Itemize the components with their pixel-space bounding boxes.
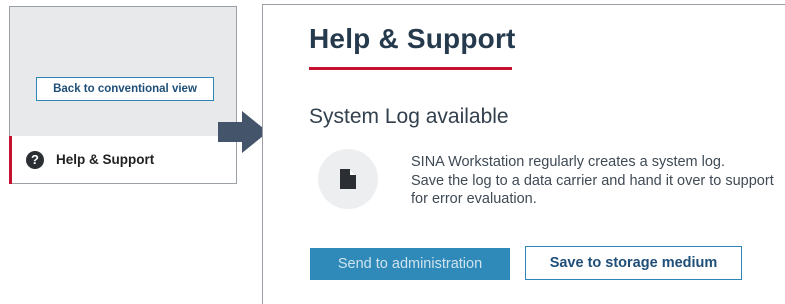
section-title: System Log available	[309, 105, 509, 128]
system-log-description: SINA Workstation regularly creates a sys…	[411, 153, 785, 209]
description-line: SINA Workstation regularly creates a sys…	[411, 154, 726, 170]
send-to-administration-button[interactable]: Send to administration	[310, 248, 510, 280]
description-line: Save the log to a data carrier and hand …	[411, 172, 774, 189]
question-circle-icon: ?	[26, 150, 44, 169]
page-title: Help & Support	[309, 23, 516, 54]
sidebar-item-help-support[interactable]: ? Help & Support	[9, 136, 236, 184]
save-to-storage-medium-button[interactable]: Save to storage medium	[525, 246, 742, 280]
sidebar-item-label: Help & Support	[56, 152, 155, 167]
title-underline	[309, 67, 512, 70]
document-icon-container	[318, 149, 378, 209]
document-icon	[340, 169, 356, 189]
conventional-view-panel: Back to conventional view ? Help & Suppo…	[9, 6, 237, 184]
back-to-conventional-view-button[interactable]: Back to conventional view	[36, 77, 214, 101]
description-line: for error evaluation.	[411, 191, 537, 207]
help-support-panel: Help & Support System Log available SINA…	[262, 4, 785, 304]
left-panel-top-area: Back to conventional view	[10, 7, 236, 136]
